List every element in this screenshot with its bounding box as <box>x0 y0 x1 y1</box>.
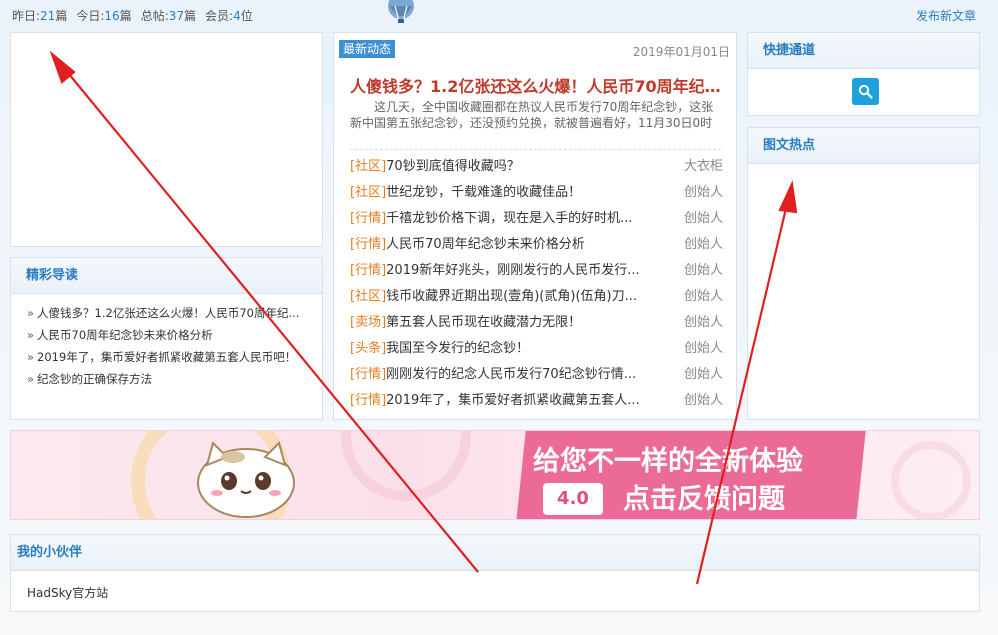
quick-access-panel: 快捷通道 <box>747 32 980 116</box>
friends-title: 我的小伙伴 <box>11 535 979 571</box>
hot-air-balloon-icon <box>388 0 414 23</box>
site-stats: 昨日:21篇 今日:16篇 总帖:37篇 会员:4位 <box>12 7 253 24</box>
news-title[interactable]: 2019年了，集币爱好者抓紧收藏第五套人... <box>386 388 639 414</box>
news-category[interactable]: [行情] <box>350 258 386 284</box>
headline-link[interactable]: 人傻钱多？1.2亿张还这么火爆！人民币70周年纪念... <box>350 73 732 97</box>
stat-today-unit: 篇 <box>119 9 132 23</box>
banner-decoration <box>341 431 471 501</box>
news-author[interactable]: 创始人 <box>684 336 723 362</box>
latest-news-tag: 最新动态 <box>339 40 396 58</box>
news-list-item[interactable]: [社区] 钱币收藏界近期出现(壹角)(贰角)(伍角)刀... 创始人 <box>350 284 723 310</box>
stat-members-value: 4 <box>233 9 241 23</box>
news-title[interactable]: 人民币70周年纪念钞未来价格分析 <box>386 232 585 258</box>
news-list: [社区] 70钞到底值得收藏吗？ 大衣柜 [社区] 世纪龙钞，千载难逢的收藏佳品！ 创始… <box>350 154 723 414</box>
stat-members-unit: 位 <box>240 9 253 23</box>
news-category[interactable]: [头条] <box>350 336 386 362</box>
news-list-item[interactable]: [社区] 70钞到底值得收藏吗？ 大衣柜 <box>350 154 723 180</box>
stat-yesterday-unit: 篇 <box>55 9 68 23</box>
featured-reading-item[interactable]: » 人傻钱多？1.2亿张还这么火爆！人民币70周年纪... <box>27 302 311 324</box>
cat-mascot-icon <box>197 441 295 518</box>
news-title[interactable]: 钱币收藏界近期出现(壹角)(贰角)(伍角)刀... <box>386 284 637 310</box>
stat-today-value: 16 <box>104 9 120 23</box>
divider <box>350 149 721 150</box>
news-category[interactable]: [行情] <box>350 232 386 258</box>
hot-topics-title: 图文热点 <box>748 128 979 164</box>
featured-reading-item-title[interactable]: 2019年了，集币爱好者抓紧收藏第五套人民币吧！ <box>37 350 296 364</box>
featured-reading-panel: 精彩导读 » 人傻钱多？1.2亿张还这么火爆！人民币70周年纪... » 人民币70… <box>10 257 323 420</box>
top-bar: 昨日:21篇 今日:16篇 总帖:37篇 会员:4位 发布新文章 <box>0 0 998 28</box>
friends-panel: 我的小伙伴 HadSky官方站 <box>10 534 980 612</box>
banner-line1: 给您不一样的全新体验 <box>533 446 803 477</box>
news-category[interactable]: [社区] <box>350 284 386 310</box>
news-category[interactable]: [社区] <box>350 154 386 180</box>
news-author[interactable]: 创始人 <box>684 232 723 258</box>
featured-reading-list: » 人傻钱多？1.2亿张还这么火爆！人民币70周年纪... » 人民币70周年纪念钞… <box>11 294 322 390</box>
search-icon <box>858 84 873 99</box>
news-list-item[interactable]: [行情] 千禧龙钞价格下调，现在是入手的好时机... 创始人 <box>350 206 723 232</box>
news-title[interactable]: 我国至今发行的纪念钞！ <box>386 336 529 362</box>
featured-reading-item[interactable]: » 2019年了，集币爱好者抓紧收藏第五套人民币吧！ <box>27 346 311 368</box>
stat-today-label: 今日: <box>76 9 105 23</box>
news-title[interactable]: 2019新年好兆头，刚刚发行的人民币发行... <box>386 258 639 284</box>
featured-reading-item[interactable]: » 人民币70周年纪念钞未来价格分析 <box>27 324 311 346</box>
version-badge: 4.0 <box>543 483 603 515</box>
news-category[interactable]: [社区] <box>350 180 386 206</box>
news-title[interactable]: 刚刚发行的纪念人民币发行70纪念钞行情... <box>386 362 636 388</box>
news-title[interactable]: 第五套人民币现在收藏潜力无限！ <box>386 310 581 336</box>
featured-reading-title: 精彩导读 <box>11 258 322 294</box>
featured-reading-item-title[interactable]: 人傻钱多？1.2亿张还这么火爆！人民币70周年纪... <box>37 306 299 320</box>
news-title[interactable]: 70钞到底值得收藏吗？ <box>386 154 520 180</box>
stat-total-value: 37 <box>168 9 185 23</box>
latest-news-panel: 最新动态 2019年01月01日 人傻钱多？1.2亿张还这么火爆！人民币70周年… <box>333 32 737 420</box>
news-author[interactable]: 创始人 <box>684 310 723 336</box>
quick-access-title: 快捷通道 <box>748 33 979 69</box>
news-category[interactable]: [行情] <box>350 362 386 388</box>
feedback-banner[interactable]: 给您不一样的全新体验 4.0 点击反馈问题 <box>10 430 980 520</box>
news-list-item[interactable]: [行情] 2019年了，集币爱好者抓紧收藏第五套人... 创始人 <box>350 388 723 414</box>
news-title[interactable]: 世纪龙钞，千载难逢的收藏佳品！ <box>386 180 581 206</box>
news-list-item[interactable]: [行情] 2019新年好兆头，刚刚发行的人民币发行... 创始人 <box>350 258 723 284</box>
news-author[interactable]: 创始人 <box>684 180 723 206</box>
news-author[interactable]: 创始人 <box>684 388 723 414</box>
news-category[interactable]: [行情] <box>350 388 386 414</box>
news-title[interactable]: 千禧龙钞价格下调，现在是入手的好时机... <box>386 206 632 232</box>
headline-summary: 这几天，全中国收藏圈都在热议人民币发行70周年纪念钞，这张新中国第五张纪念钞，还… <box>350 100 714 133</box>
news-date: 2019年01月01日 <box>632 45 730 59</box>
news-author[interactable]: 创始人 <box>684 258 723 284</box>
banner-decoration <box>891 441 971 519</box>
news-list-item[interactable]: [行情] 刚刚发行的纪念人民币发行70纪念钞行情... 创始人 <box>350 362 723 388</box>
stat-total-label: 总帖: <box>140 9 169 23</box>
stat-members-label: 会员: <box>205 9 234 23</box>
left-top-panel <box>10 32 323 247</box>
featured-reading-item-title[interactable]: 人民币70周年纪念钞未来价格分析 <box>37 328 213 342</box>
stat-yesterday-value: 21 <box>40 9 56 23</box>
news-list-item[interactable]: [卖场] 第五套人民币现在收藏潜力无限！ 创始人 <box>350 310 723 336</box>
news-list-item[interactable]: [行情] 人民币70周年纪念钞未来价格分析 创始人 <box>350 232 723 258</box>
news-category[interactable]: [行情] <box>350 206 386 232</box>
news-author[interactable]: 大衣柜 <box>684 154 723 180</box>
news-author[interactable]: 创始人 <box>684 206 723 232</box>
featured-reading-item[interactable]: » 纪念钞的正确保存方法 <box>27 368 311 390</box>
news-category[interactable]: [卖场] <box>350 310 386 336</box>
friend-link[interactable]: HadSky官方站 <box>27 584 108 601</box>
news-author[interactable]: 创始人 <box>684 362 723 388</box>
news-author[interactable]: 创始人 <box>684 284 723 310</box>
featured-reading-item-title[interactable]: 纪念钞的正确保存方法 <box>37 372 152 386</box>
search-button[interactable] <box>852 78 879 105</box>
hot-topics-panel: 图文热点 <box>747 127 980 420</box>
news-list-item[interactable]: [社区] 世纪龙钞，千载难逢的收藏佳品！ 创始人 <box>350 180 723 206</box>
banner-line2: 点击反馈问题 <box>623 484 785 515</box>
news-list-item[interactable]: [头条] 我国至今发行的纪念钞！ 创始人 <box>350 336 723 362</box>
publish-article-link[interactable]: 发布新文章 <box>916 7 976 24</box>
stat-total-unit: 篇 <box>184 9 197 23</box>
stat-yesterday-label: 昨日: <box>12 9 41 23</box>
